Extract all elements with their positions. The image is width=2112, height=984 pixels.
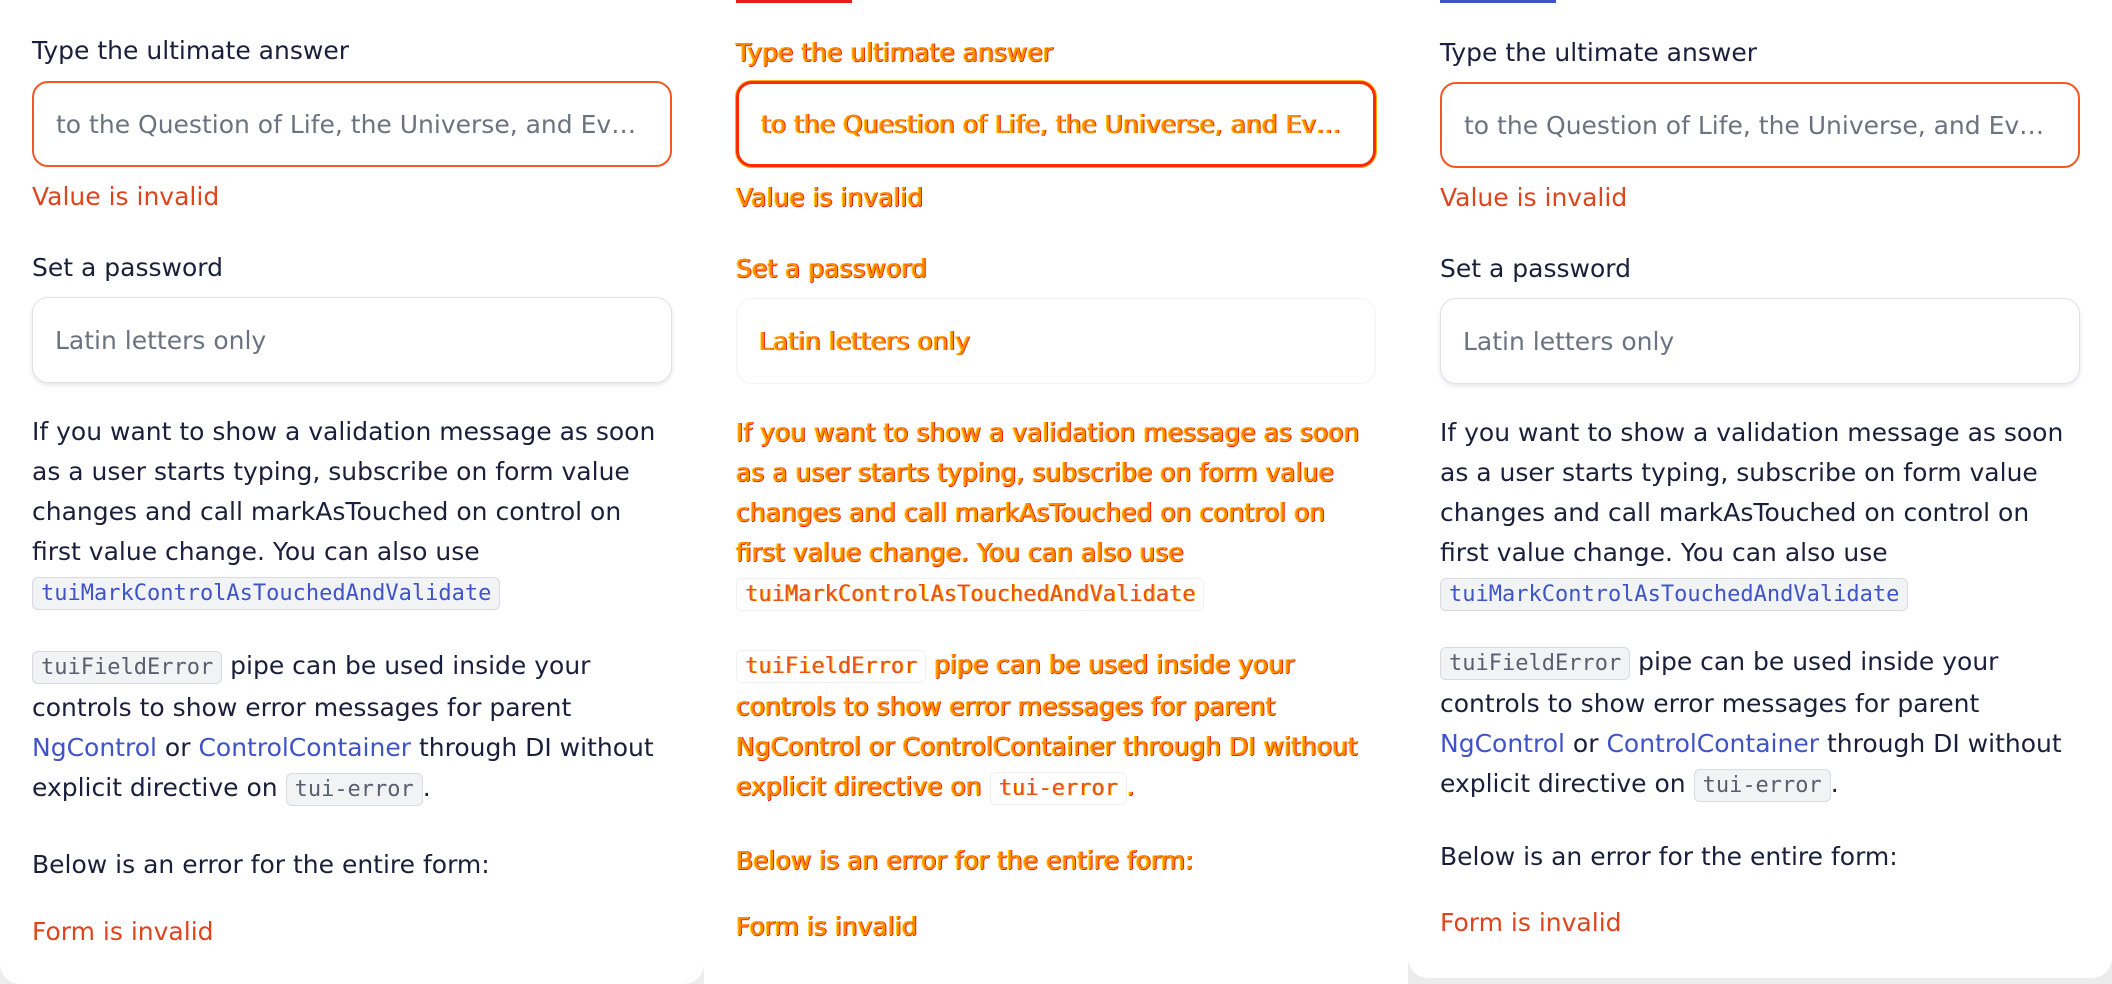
- ngcontrol-link[interactable]: NgControl: [736, 732, 861, 761]
- description-text: If you want to show a validation message…: [736, 418, 1360, 567]
- validation-description: If you want to show a validation message…: [736, 413, 1376, 615]
- demo-panel-3: Type the ultimate answer to the Question…: [1408, 0, 2112, 978]
- mark-touched-code: tuiMarkControlAsTouchedAndValidate: [736, 578, 1205, 611]
- field-error-code: tuiFieldError: [1440, 647, 1631, 680]
- answer-input[interactable]: to the Question of Life, the Universe, a…: [736, 81, 1376, 167]
- demo-stage: Type the ultimate answer to the Question…: [0, 0, 2112, 984]
- field-error-description: tuiFieldError pipe can be used inside yo…: [1440, 642, 2080, 806]
- password-placeholder: Latin letters only: [759, 326, 971, 356]
- or-text: or: [868, 732, 895, 761]
- mark-touched-code: tuiMarkControlAsTouchedAndValidate: [1440, 578, 1909, 611]
- password-label: Set a password: [1440, 254, 1631, 283]
- field-error-code: tuiFieldError: [736, 650, 927, 683]
- answer-label: Type the ultimate answer: [736, 38, 1053, 67]
- controlcontainer-link[interactable]: ControlContainer: [1606, 729, 1819, 758]
- password-input[interactable]: Latin letters only: [1440, 298, 2080, 384]
- period-text: .: [1830, 769, 1839, 798]
- demo-panel-2: Type the ultimate answer to the Question…: [704, 0, 1408, 984]
- or-text: or: [164, 733, 191, 762]
- password-label: Set a password: [736, 254, 927, 283]
- controlcontainer-link[interactable]: ControlContainer: [902, 732, 1115, 761]
- form-error: Form is invalid: [1440, 908, 1622, 937]
- period-text: .: [1126, 772, 1135, 801]
- answer-label: Type the ultimate answer: [32, 36, 349, 65]
- password-label: Set a password: [32, 253, 223, 282]
- mark-touched-code: tuiMarkControlAsTouchedAndValidate: [32, 577, 501, 610]
- top-accent-bar: [736, 0, 852, 3]
- description-text: If you want to show a validation message…: [1440, 418, 2064, 567]
- demo-panel-1: Type the ultimate answer to the Question…: [0, 0, 704, 984]
- field-error-description: tuiFieldError pipe can be used inside yo…: [736, 645, 1376, 809]
- form-error-note: Below is an error for the entire form:: [32, 850, 490, 879]
- tui-error-code: tui-error: [989, 772, 1127, 805]
- password-placeholder: Latin letters only: [55, 325, 267, 355]
- ngcontrol-link[interactable]: NgControl: [32, 733, 157, 762]
- answer-input[interactable]: to the Question of Life, the Universe, a…: [32, 81, 672, 167]
- answer-placeholder: to the Question of Life, the Universe, a…: [761, 109, 1351, 139]
- tui-error-code: tui-error: [285, 773, 423, 806]
- or-text: or: [1572, 729, 1599, 758]
- form-error: Form is invalid: [32, 917, 214, 946]
- field-error-description: tuiFieldError pipe can be used inside yo…: [32, 646, 672, 810]
- password-placeholder: Latin letters only: [1463, 326, 1675, 356]
- controlcontainer-link[interactable]: ControlContainer: [198, 733, 411, 762]
- field-error-code: tuiFieldError: [32, 651, 223, 684]
- answer-input[interactable]: to the Question of Life, the Universe, a…: [1440, 82, 2080, 168]
- answer-error: Value is invalid: [736, 183, 924, 212]
- description-text: If you want to show a validation message…: [32, 417, 656, 566]
- validation-description: If you want to show a validation message…: [1440, 413, 2080, 615]
- form-error-note: Below is an error for the entire form:: [736, 846, 1194, 875]
- answer-error: Value is invalid: [32, 182, 220, 211]
- form-error-note: Below is an error for the entire form:: [1440, 842, 1898, 871]
- top-accent-bar: [1440, 0, 1556, 3]
- answer-error: Value is invalid: [1440, 183, 1628, 212]
- validation-description: If you want to show a validation message…: [32, 412, 672, 614]
- answer-label: Type the ultimate answer: [1440, 38, 1757, 67]
- answer-placeholder: to the Question of Life, the Universe, a…: [56, 109, 648, 139]
- form-error: Form is invalid: [736, 912, 918, 941]
- password-input[interactable]: Latin letters only: [32, 297, 672, 383]
- tui-error-code: tui-error: [1693, 769, 1831, 802]
- password-input[interactable]: Latin letters only: [736, 298, 1376, 384]
- answer-placeholder: to the Question of Life, the Universe, a…: [1464, 110, 2056, 140]
- ngcontrol-link[interactable]: NgControl: [1440, 729, 1565, 758]
- period-text: .: [422, 773, 431, 802]
